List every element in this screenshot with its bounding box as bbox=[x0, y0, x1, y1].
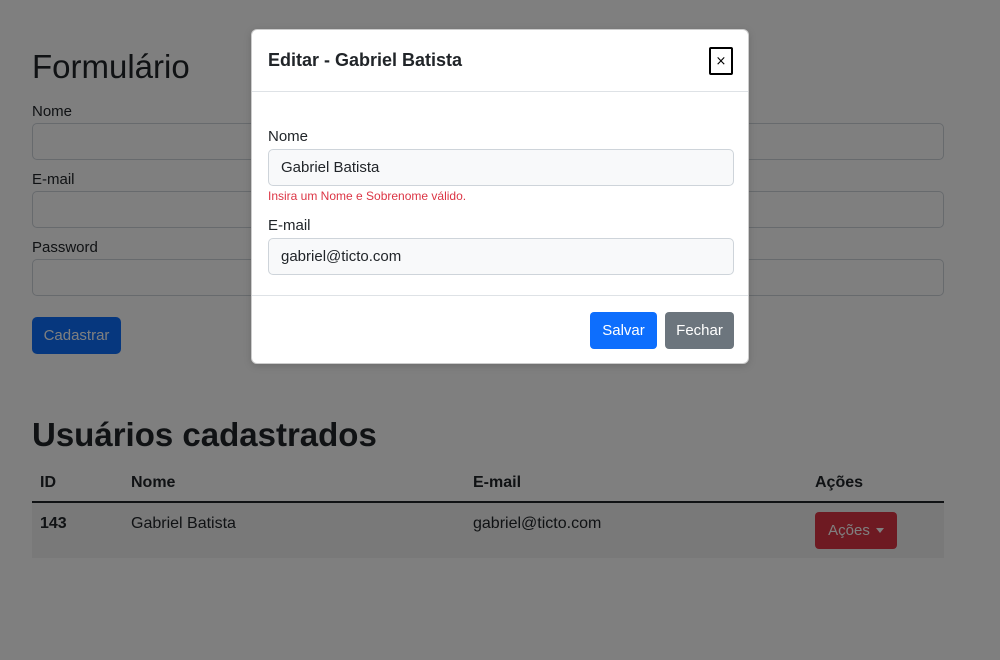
save-button[interactable]: Salvar bbox=[590, 312, 657, 349]
modal-email-input[interactable] bbox=[268, 238, 734, 275]
modal-header: Editar - Gabriel Batista × bbox=[252, 30, 748, 92]
page: Formulário Nome E-mail Password Cadastra… bbox=[0, 0, 1000, 660]
close-icon[interactable]: × bbox=[709, 47, 733, 75]
modal-name-input[interactable] bbox=[268, 149, 734, 186]
edit-modal: Editar - Gabriel Batista × Nome Insira u… bbox=[251, 29, 749, 364]
modal-footer: Salvar Fechar bbox=[252, 295, 748, 365]
name-error-message: Insira um Nome e Sobrenome válido. bbox=[268, 189, 467, 203]
modal-email-label: E-mail bbox=[268, 217, 311, 234]
modal-name-label: Nome bbox=[268, 128, 309, 145]
close-button[interactable]: Fechar bbox=[665, 312, 734, 349]
modal-title: Editar - Gabriel Batista bbox=[268, 50, 463, 70]
